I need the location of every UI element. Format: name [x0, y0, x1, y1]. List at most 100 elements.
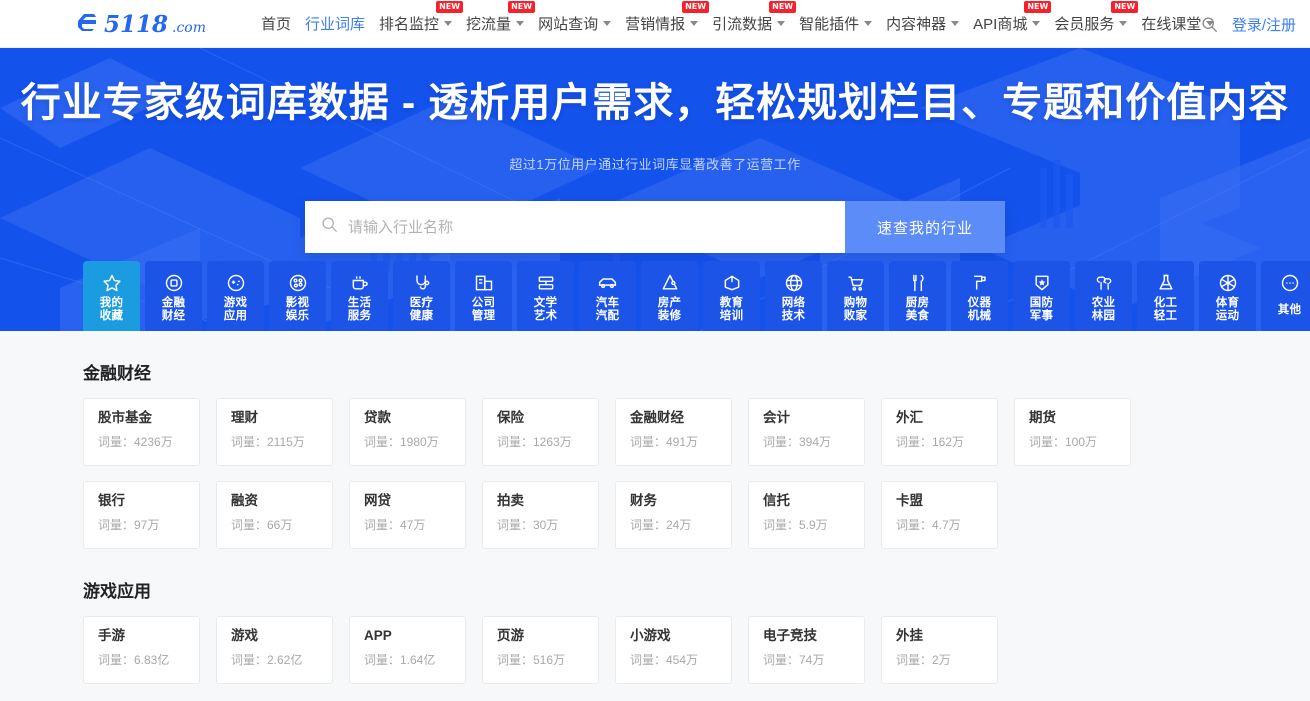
category-tab-realestate-decoration[interactable]: 房产 装修	[641, 261, 698, 331]
industry-card[interactable]: 卡盟 词量：4.7万	[881, 481, 998, 549]
card-name: 信托	[763, 493, 790, 508]
hero-subtitle: 超过1万位用户通过行业词库显著改善了运营工作	[509, 157, 801, 172]
category-tab-life-services[interactable]: 生活 服务	[331, 261, 388, 331]
industry-card[interactable]: 外挂 词量：2万	[881, 616, 998, 684]
category-tab-other[interactable]: 其他	[1261, 261, 1310, 331]
globe-icon	[784, 272, 804, 294]
nav-label: 首页	[261, 16, 292, 33]
card-name: 电子竞技	[763, 628, 817, 643]
category-tab-literature-art[interactable]: 文学 艺术	[517, 261, 574, 331]
card-count: 词量：30万	[497, 518, 559, 532]
industry-card[interactable]: 电子竞技 词量：74万	[748, 616, 865, 684]
category-tab-agriculture-forestry[interactable]: 农业 林园	[1075, 261, 1132, 331]
card-count: 词量：5.9万	[763, 518, 828, 532]
category-tab-education-training[interactable]: 教育 培训	[703, 261, 760, 331]
category-tab-strip: 我的 收藏 金融 财经 游戏 应用 影视 娱乐 生活 服务 医疗 健康 公司 管…	[83, 261, 1310, 331]
chevron-down-icon	[864, 21, 873, 26]
industry-card[interactable]: 拍卖 词量：30万	[482, 481, 599, 549]
card-name: 财务	[630, 493, 657, 508]
search-input-wrapper[interactable]	[305, 201, 845, 253]
category-tab-medical-health[interactable]: 医疗 健康	[393, 261, 450, 331]
nav-label: 排名监控	[379, 16, 440, 33]
nav-label: 引流数据	[712, 16, 773, 33]
drill-icon	[970, 272, 990, 294]
card-name: 保险	[497, 410, 524, 425]
nav-item-home[interactable]: 首页	[254, 0, 298, 48]
category-tab-company-management[interactable]: 公司 管理	[455, 261, 512, 331]
nav-item-content-tools[interactable]: 内容神器	[879, 0, 966, 48]
nav-item-site-query[interactable]: 网站查询	[531, 0, 618, 48]
flask-icon	[1156, 272, 1176, 294]
category-tab-sports[interactable]: 体育 运动	[1199, 261, 1256, 331]
industry-card[interactable]: 股市基金 词量：4236万	[83, 398, 200, 466]
industry-card[interactable]: 游戏 词量：2.62亿	[216, 616, 333, 684]
industry-card[interactable]: APP 词量：1.64亿	[349, 616, 466, 684]
card-name: 网贷	[364, 493, 391, 508]
industry-card[interactable]: 贷款 词量：1980万	[349, 398, 466, 466]
category-tab-defense-military[interactable]: 国防 军事	[1013, 261, 1070, 331]
industry-card[interactable]: 财务 词量：24万	[615, 481, 732, 549]
nav-item-rank-monitor[interactable]: 排名监控 NEW	[372, 0, 464, 48]
nav-item-traffic-data[interactable]: 引流数据 NEW	[705, 0, 797, 48]
search-icon[interactable]	[1201, 16, 1218, 33]
chevron-down-icon	[777, 21, 786, 26]
category-tab-label: 仪器 机械	[967, 296, 992, 322]
nav-item-smart-plugin[interactable]: 智能插件	[792, 0, 879, 48]
card-name: 游戏	[231, 628, 258, 643]
category-tab-auto-parts[interactable]: 汽车 汽配	[579, 261, 636, 331]
login-register-link[interactable]: 登录/注册	[1232, 14, 1296, 35]
nav-item-marketing-intel[interactable]: 营销情报 NEW	[618, 0, 710, 48]
industry-card[interactable]: 页游 词量：516万	[482, 616, 599, 684]
card-count: 词量：491万	[630, 435, 699, 449]
nav-item-api-store[interactable]: API商城 NEW	[966, 0, 1052, 48]
gamepad-icon	[226, 272, 246, 294]
book-icon	[536, 272, 556, 294]
card-count: 词量：4236万	[98, 435, 173, 449]
card-count: 词量：162万	[896, 435, 965, 449]
category-tab-my-favorites[interactable]: 我的 收藏	[83, 261, 140, 331]
nav-item-traffic-mining[interactable]: 挖流量 NEW	[459, 0, 536, 48]
nav-item-industry-lexicon[interactable]: 行业词库	[298, 0, 372, 48]
star-icon	[102, 272, 122, 294]
category-tab-film-entertainment[interactable]: 影视 娱乐	[269, 261, 326, 331]
industry-card[interactable]: 融资 词量：66万	[216, 481, 333, 549]
search-submit-button[interactable]: 速查我的行业	[845, 201, 1005, 253]
site-logo[interactable]: 5118 .com	[76, 0, 240, 48]
industry-card[interactable]: 网贷 词量：47万	[349, 481, 466, 549]
nav-label: 行业词库	[305, 16, 366, 33]
industry-card[interactable]: 小游戏 词量：454万	[615, 616, 732, 684]
category-tab-label: 厨房 美食	[905, 296, 930, 322]
category-tab-shopping[interactable]: 购物 败家	[827, 261, 884, 331]
industry-card[interactable]: 外汇 词量：162万	[881, 398, 998, 466]
industry-card[interactable]: 金融财经 词量：491万	[615, 398, 732, 466]
category-tab-label: 金融 财经	[161, 296, 186, 322]
industry-card-grid: 股市基金 词量：4236万 理财 词量：2115万 贷款 词量：1980万 保险…	[83, 398, 1227, 549]
industry-card[interactable]: 银行 词量：97万	[83, 481, 200, 549]
nav-item-member-service[interactable]: 会员服务 NEW	[1047, 0, 1139, 48]
card-count: 词量：2万	[896, 653, 951, 667]
category-tab-kitchen-food[interactable]: 厨房 美食	[889, 261, 946, 331]
industry-card[interactable]: 保险 词量：1263万	[482, 398, 599, 466]
card-count: 词量：394万	[763, 435, 832, 449]
category-tab-games-apps[interactable]: 游戏 应用	[207, 261, 264, 331]
industry-card[interactable]: 会计 词量：394万	[748, 398, 865, 466]
industry-card-grid: 手游 词量：6.83亿 游戏 词量：2.62亿 APP 词量：1.64亿 页游 …	[83, 616, 1227, 684]
category-tab-network-technology[interactable]: 网络 技术	[765, 261, 822, 331]
category-tab-instrument-machinery[interactable]: 仪器 机械	[951, 261, 1008, 331]
nav-label: 网站查询	[538, 16, 599, 33]
card-name: 外汇	[896, 410, 923, 425]
industry-card[interactable]: 期货 词量：100万	[1014, 398, 1131, 466]
industry-card[interactable]: 理财 词量：2115万	[216, 398, 333, 466]
category-tab-label: 医疗 健康	[409, 296, 434, 322]
category-tab-label: 农业 林园	[1091, 296, 1116, 322]
nav-label: 会员服务	[1054, 16, 1115, 33]
search-input[interactable]	[348, 218, 845, 236]
industry-card[interactable]: 信托 词量：5.9万	[748, 481, 865, 549]
category-tab-chemical-light-industry[interactable]: 化工 轻工	[1137, 261, 1194, 331]
category-tab-finance[interactable]: 金融 财经	[145, 261, 202, 331]
svg-text:.com: .com	[172, 20, 206, 36]
chevron-down-icon	[951, 21, 960, 26]
search-icon	[321, 216, 338, 238]
card-count: 词量：97万	[98, 518, 160, 532]
industry-card[interactable]: 手游 词量：6.83亿	[83, 616, 200, 684]
